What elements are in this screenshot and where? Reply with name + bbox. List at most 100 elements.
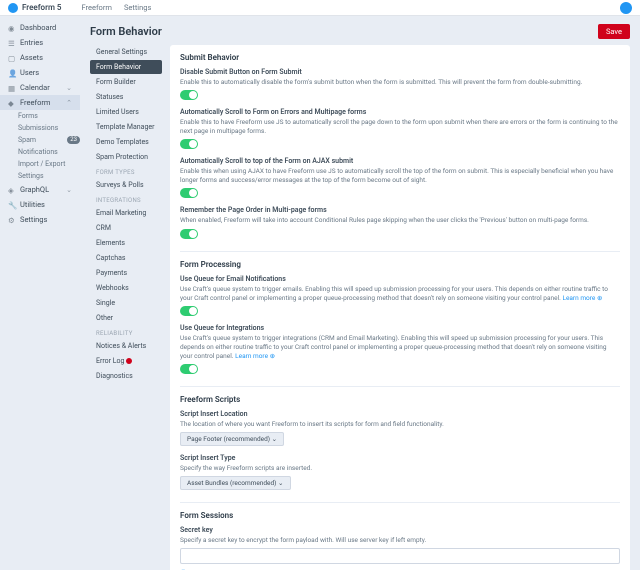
main-sidebar: ◉Dashboard ☰Entries ▢Assets 👤Users ▦Cale… xyxy=(0,16,80,570)
subnav-notices[interactable]: Notices & Alerts xyxy=(90,339,162,353)
freeform-icon: ◆ xyxy=(8,99,16,107)
subnav-surveys[interactable]: Surveys & Polls xyxy=(90,178,162,192)
subnav-behavior[interactable]: Form Behavior xyxy=(90,60,162,74)
subnav-single[interactable]: Single xyxy=(90,296,162,310)
main-content: Form Behavior Save General Settings Form… xyxy=(80,16,640,570)
subnav-elements[interactable]: Elements xyxy=(90,236,162,250)
chevron-down-icon: ⌄ xyxy=(272,435,277,443)
learn-more-link[interactable]: Learn more xyxy=(235,352,268,360)
settings-subnav: General Settings Form Behavior Form Buil… xyxy=(90,45,162,570)
subnav-other[interactable]: Other xyxy=(90,311,162,325)
sidebar-sub-spam[interactable]: Spam23 xyxy=(0,134,80,146)
subnav-demo[interactable]: Demo Templates xyxy=(90,135,162,149)
section-scripts-title: Freeform Scripts xyxy=(180,395,620,404)
subnav-email[interactable]: Email Marketing xyxy=(90,206,162,220)
page-title: Form Behavior xyxy=(90,25,162,38)
script-type-desc: Specify the way Freeform scripts are ins… xyxy=(180,464,620,473)
queue-int-toggle[interactable] xyxy=(180,364,198,374)
script-loc-select[interactable]: Page Footer (recommended) ⌄ xyxy=(180,432,284,446)
section-processing-title: Form Processing xyxy=(180,260,620,269)
scroll-errors-toggle[interactable] xyxy=(180,139,198,149)
subnav-head-types: FORM TYPES xyxy=(90,165,162,178)
app-name: Freeform 5 xyxy=(22,3,61,12)
topnav-freeform[interactable]: Freeform xyxy=(81,3,111,12)
sidebar-utilities[interactable]: 🔧Utilities xyxy=(0,197,80,212)
wrench-icon: 🔧 xyxy=(8,201,16,209)
sidebar-assets[interactable]: ▢Assets xyxy=(0,50,80,65)
script-loc-desc: The location of where you want Freeform … xyxy=(180,420,620,429)
topnav-settings[interactable]: Settings xyxy=(124,3,151,12)
external-icon: ⊕ xyxy=(597,294,602,302)
sidebar-graphql[interactable]: ◈GraphQL⌄ xyxy=(0,182,80,197)
sidebar-entries[interactable]: ☰Entries xyxy=(0,35,80,50)
queue-int-desc: Use Craft's queue system to trigger inte… xyxy=(180,334,620,361)
sidebar-users[interactable]: 👤Users xyxy=(0,65,80,80)
subnav-diagnostics[interactable]: Diagnostics xyxy=(90,369,162,383)
sidebar-calendar[interactable]: ▦Calendar⌄ xyxy=(0,80,80,95)
subnav-errorlog[interactable]: Error Log xyxy=(90,354,162,368)
secret-key-label: Secret key xyxy=(180,526,620,534)
chevron-down-icon: ⌄ xyxy=(66,186,72,194)
spam-badge: 23 xyxy=(67,136,80,144)
secret-key-input[interactable] xyxy=(180,548,620,564)
subnav-head-integrations: INTEGRATIONS xyxy=(90,193,162,206)
secret-key-desc: Specify a secret key to encrypt the form… xyxy=(180,536,620,545)
scroll-errors-desc: Enable this to have Freeform use JS to a… xyxy=(180,118,620,136)
subnav-spam[interactable]: Spam Protection xyxy=(90,150,162,164)
subnav-builder[interactable]: Form Builder xyxy=(90,75,162,89)
gear-icon: ⚙ xyxy=(8,216,16,224)
save-button[interactable]: Save xyxy=(598,24,630,39)
subnav-tmgr[interactable]: Template Manager xyxy=(90,120,162,134)
section-sessions-title: Form Sessions xyxy=(180,511,620,520)
section-submit-title: Submit Behavior xyxy=(180,53,620,62)
chevron-up-icon: ⌃ xyxy=(66,99,72,107)
subnav-crm[interactable]: CRM xyxy=(90,221,162,235)
graphql-icon: ◈ xyxy=(8,186,16,194)
disable-submit-desc: Enable this to automatically disable the… xyxy=(180,78,620,87)
sidebar-dashboard[interactable]: ◉Dashboard xyxy=(0,20,80,35)
remember-page-toggle[interactable] xyxy=(180,229,198,239)
subnav-statuses[interactable]: Statuses xyxy=(90,90,162,104)
sidebar-sub-submissions[interactable]: Submissions xyxy=(0,122,80,134)
gauge-icon: ◉ xyxy=(8,24,16,32)
subnav-payments[interactable]: Payments xyxy=(90,266,162,280)
disable-submit-toggle[interactable] xyxy=(180,90,198,100)
settings-panel: Submit Behavior Disable Submit Button on… xyxy=(170,45,630,570)
scroll-ajax-desc: Enable this when using AJAX to have Free… xyxy=(180,167,620,185)
doc-icon: ☰ xyxy=(8,39,16,47)
subnav-webhooks[interactable]: Webhooks xyxy=(90,281,162,295)
queue-email-label: Use Queue for Email Notifications xyxy=(180,275,620,283)
queue-email-desc: Use Craft's queue system to trigger emai… xyxy=(180,285,620,303)
sidebar-freeform[interactable]: ◆Freeform⌃ xyxy=(0,95,80,110)
chevron-down-icon: ⌄ xyxy=(66,84,72,92)
queue-email-toggle[interactable] xyxy=(180,306,198,316)
calendar-icon: ▦ xyxy=(8,84,16,92)
sidebar-sub-forms[interactable]: Forms xyxy=(0,110,80,122)
scroll-errors-label: Automatically Scroll to Form on Errors a… xyxy=(180,108,620,116)
user-icon: 👤 xyxy=(8,69,16,77)
image-icon: ▢ xyxy=(8,54,16,62)
error-dot-icon xyxy=(126,358,132,364)
app-logo xyxy=(8,3,18,13)
remember-page-label: Remember the Page Order in Multi-page fo… xyxy=(180,206,620,214)
script-loc-label: Script Insert Location xyxy=(180,410,620,418)
learn-more-link[interactable]: Learn more xyxy=(562,294,595,302)
user-avatar[interactable] xyxy=(620,2,632,14)
chevron-down-icon: ⌄ xyxy=(278,479,283,487)
subnav-head-reliability: RELIABILITY xyxy=(90,326,162,339)
external-icon: ⊕ xyxy=(270,352,275,360)
disable-submit-label: Disable Submit Button on Form Submit xyxy=(180,68,620,76)
remember-page-desc: When enabled, Freeform will take into ac… xyxy=(180,216,620,225)
sidebar-sub-import[interactable]: Import / Export xyxy=(0,158,80,170)
scroll-ajax-toggle[interactable] xyxy=(180,188,198,198)
sidebar-settings[interactable]: ⚙Settings xyxy=(0,212,80,227)
script-type-select[interactable]: Asset Bundles (recommended) ⌄ xyxy=(180,476,291,490)
subnav-limited[interactable]: Limited Users xyxy=(90,105,162,119)
subnav-general[interactable]: General Settings xyxy=(90,45,162,59)
queue-int-label: Use Queue for Integrations xyxy=(180,324,620,332)
subnav-captchas[interactable]: Captchas xyxy=(90,251,162,265)
script-type-label: Script Insert Type xyxy=(180,454,620,462)
topbar: Freeform 5 Freeform Settings xyxy=(0,0,640,16)
sidebar-sub-settings[interactable]: Settings xyxy=(0,170,80,182)
sidebar-sub-notifications[interactable]: Notifications xyxy=(0,146,80,158)
